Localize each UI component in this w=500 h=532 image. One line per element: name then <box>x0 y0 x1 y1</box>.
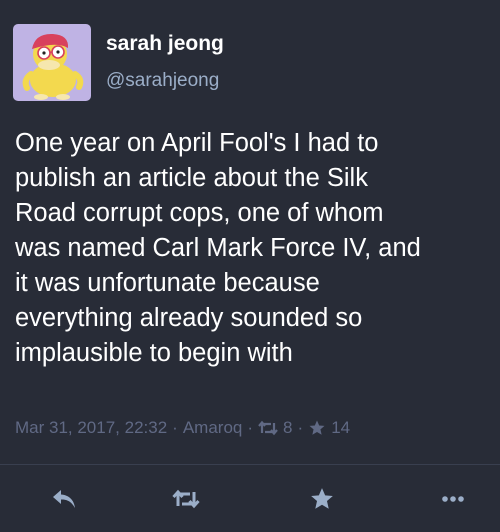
timestamp[interactable]: Mar 31, 2017, 22:32 <box>15 418 167 438</box>
more-button[interactable] <box>437 483 469 515</box>
star-icon <box>311 488 333 509</box>
avatar[interactable] <box>13 24 91 101</box>
reply-icon <box>53 490 75 508</box>
status-line: everything already sounded so <box>15 304 363 332</box>
account-handle[interactable]: @sarahjeong <box>106 70 219 92</box>
boost-icon <box>258 420 278 436</box>
separator: · <box>172 418 178 437</box>
action-bar <box>0 465 500 532</box>
more-icon <box>442 496 464 502</box>
favourite-count: 14 <box>331 418 351 437</box>
boost-count: 8 <box>283 418 293 437</box>
application-name[interactable]: Amaroq <box>183 418 243 438</box>
status-line: Road corrupt cops, one of whom <box>15 199 384 227</box>
status-line: publish an article about the Silk <box>15 164 368 192</box>
status-line: was named Carl Mark Force IV, and <box>15 234 421 262</box>
favourite-button[interactable] <box>306 483 338 515</box>
star-icon <box>308 419 326 437</box>
psyduck-avatar-icon <box>22 33 84 100</box>
status-line: it was unfortunate because <box>15 269 320 297</box>
boost-icon <box>172 489 200 509</box>
status-content: One year on April Fool's I had to publis… <box>15 126 490 371</box>
status-line: One year on April Fool's I had to <box>15 129 379 157</box>
status-meta: Mar 31, 2017, 22:32 · Amaroq · 8 · 14 <box>15 418 490 438</box>
separator: · <box>297 418 304 437</box>
status-line: implausible to begin with <box>15 339 293 367</box>
display-name[interactable]: sarah jeong <box>106 32 224 56</box>
reply-button[interactable] <box>48 483 80 515</box>
boost-button[interactable] <box>170 483 202 515</box>
separator: · <box>247 418 254 437</box>
